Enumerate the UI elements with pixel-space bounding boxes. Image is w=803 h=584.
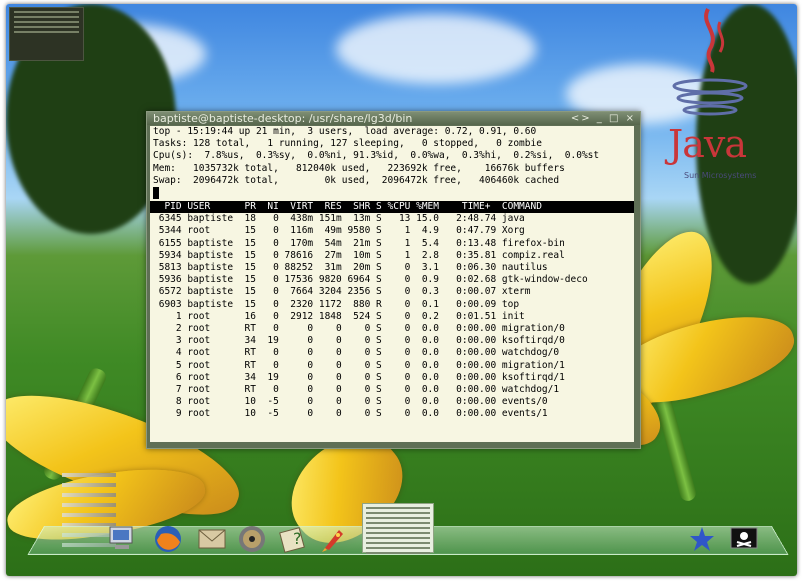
process-table-header: PID USER PR NI VIRT RES SHR S %CPU %MEM … [150, 201, 634, 214]
mail-icon[interactable] [196, 523, 228, 555]
help-icon[interactable]: ? [278, 523, 310, 555]
terminal-cursor-line [150, 187, 634, 200]
pirate-flag-icon[interactable] [728, 523, 760, 555]
java-cup-icon [672, 8, 748, 116]
process-row: 5936 baptiste 15 0 17536 9820 6964 S 0 0… [153, 274, 588, 286]
computer-icon[interactable] [106, 523, 138, 555]
terminal-window[interactable]: baptiste@baptiste-desktop: /usr/share/lg… [146, 111, 641, 449]
java-tagline: Sun Microsystems [684, 171, 757, 180]
process-row: 2 root RT 0 0 0 0 S 0 0.0 0:00.00 migrat… [153, 323, 565, 335]
process-row: 6572 baptiste 15 0 7664 3204 2356 S 0 0.… [153, 286, 531, 298]
process-row: 8 root 10 -5 0 0 0 S 0 0.0 0:00.00 event… [153, 396, 548, 408]
window-title: baptiste@baptiste-desktop: /usr/share/lg… [153, 112, 413, 125]
star-icon[interactable] [686, 523, 718, 555]
java-logo: Java Sun Microsystems [660, 4, 760, 194]
workspace-thumbnail[interactable] [9, 7, 84, 61]
process-row: 3 root 34 19 0 0 0 S 0 0.0 0:00.00 ksoft… [153, 335, 565, 347]
cloud [336, 14, 536, 84]
java-wordmark: Java [668, 122, 747, 166]
top-summary-line: Tasks: 128 total, 1 running, 127 sleepin… [153, 138, 542, 150]
top-summary-line: top - 15:19:44 up 21 min, 3 users, load … [153, 126, 537, 137]
top-summary-line: Mem: 1035732k total, 812040k used, 22369… [153, 162, 565, 174]
firefox-icon[interactable] [152, 523, 184, 555]
terminal-cursor [153, 187, 159, 200]
process-row: 6 root 34 19 0 0 0 S 0 0.0 0:00.00 ksoft… [153, 371, 565, 383]
process-row: 1 root 16 0 2912 1848 524 S 0 0.2 0:01.5… [153, 310, 525, 322]
top-summary-line: Cpu(s): 7.8%us, 0.3%sy, 0.0%ni, 91.3%id,… [153, 150, 600, 162]
process-row: 4 root RT 0 0 0 0 S 0 0.0 0:00.00 watchd… [153, 347, 560, 359]
terminal-dock-preview[interactable] [362, 503, 434, 554]
cd-icon[interactable] [236, 523, 268, 555]
terminal-content[interactable]: top - 15:19:44 up 21 min, 3 users, load … [150, 126, 634, 442]
desktop: Java Sun Microsystems baptiste@baptiste-… [6, 4, 797, 576]
process-row: 5344 root 15 0 116m 49m 9580 S 1 4.9 0:4… [153, 225, 525, 237]
process-row: 5813 baptiste 15 0 88252 31m 20m S 0 3.1… [153, 262, 548, 274]
process-row: 5934 baptiste 15 0 78616 27m 10m S 1 2.8… [153, 249, 565, 261]
process-row: 6345 baptiste 18 0 438m 151m 13m S 13 15… [153, 213, 525, 225]
svg-text:?: ? [293, 529, 302, 548]
rocket-icon[interactable] [318, 523, 350, 555]
terminal-titlebar[interactable]: baptiste@baptiste-desktop: /usr/share/lg… [147, 112, 640, 125]
process-row: 7 root RT 0 0 0 0 S 0 0.0 0:00.00 watchd… [153, 384, 560, 396]
process-row: 6903 baptiste 15 0 2320 1172 880 R 0 0.1… [153, 298, 520, 310]
window-controls[interactable]: <> _ □ × [571, 112, 636, 125]
process-row: 6155 baptiste 15 0 170m 54m 21m S 1 5.4 … [153, 237, 565, 249]
process-row: 5 root RT 0 0 0 0 S 0 0.0 0:00.00 migrat… [153, 359, 565, 371]
top-summary-line: Swap: 2096472k total, 0k used, 2096472k … [153, 174, 560, 186]
process-row: 9 root 10 -5 0 0 0 S 0 0.0 0:00.00 event… [153, 408, 548, 420]
